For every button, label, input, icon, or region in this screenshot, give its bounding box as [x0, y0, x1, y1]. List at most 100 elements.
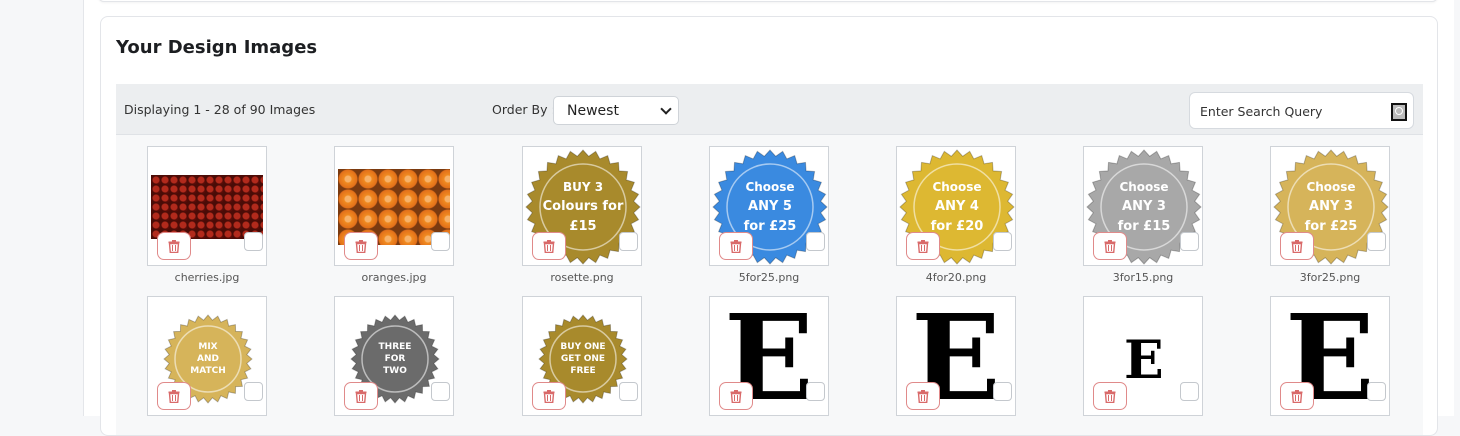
trash-icon [917, 240, 929, 253]
trash-icon [917, 390, 929, 403]
select-image-checkbox[interactable] [1367, 382, 1386, 401]
search-icon[interactable] [1391, 103, 1407, 121]
image-thumbnail[interactable]: MIX AND MATCH [147, 296, 267, 416]
delete-image-button[interactable] [1093, 382, 1127, 410]
image-filename: 3for15.png [1112, 271, 1174, 284]
delete-image-button[interactable] [532, 382, 566, 410]
trash-icon [168, 390, 180, 403]
image-thumbnail[interactable]: E [896, 296, 1016, 416]
design-images-card: Your Design Images Displaying 1 - 28 of … [100, 16, 1438, 436]
rosette-text: ANY 4 [935, 199, 979, 214]
select-image-checkbox[interactable] [244, 382, 263, 401]
image-grid: cherries.jpg oranges.jpg BUY 3 Colours for £… [116, 135, 1423, 435]
image-thumbnail[interactable]: Choose ANY 3 for £25 [1270, 146, 1390, 266]
trash-icon [730, 240, 742, 253]
rosette-text: ANY 3 [1122, 199, 1166, 214]
rosette-text: Choose [745, 180, 794, 194]
image-thumbnail[interactable]: Choose ANY 4 for £20 [896, 146, 1016, 266]
select-image-checkbox[interactable] [431, 232, 450, 251]
select-image-checkbox[interactable] [619, 382, 638, 401]
image-filename: 3for25.png [1299, 271, 1361, 284]
rosette-text: BUY ONE [560, 342, 605, 352]
delete-image-button[interactable] [1280, 382, 1314, 410]
order-by-value: Newest [567, 103, 619, 119]
image-thumbnail[interactable]: E [1270, 296, 1390, 416]
trash-icon [1291, 390, 1303, 403]
select-image-checkbox[interactable] [431, 382, 450, 401]
trash-icon [1104, 390, 1116, 403]
rosette-text: MIX [198, 342, 217, 352]
search-input[interactable]: Enter Search Query [1189, 92, 1414, 129]
rosette-text: BUY 3 [563, 180, 603, 194]
display-count: Displaying 1 - 28 of 90 Images [124, 102, 316, 117]
rosette-text: GET ONE [561, 354, 605, 364]
rosette-text: for £20 [931, 219, 984, 234]
trash-icon [355, 390, 367, 403]
image-thumbnail[interactable]: E [1083, 296, 1203, 416]
select-image-checkbox[interactable] [1367, 232, 1386, 251]
rosette-text: FREE [570, 366, 595, 376]
select-image-checkbox[interactable] [244, 232, 263, 251]
image-thumbnail[interactable]: THREE FOR TWO [334, 296, 454, 416]
rosette-text: MATCH [190, 366, 226, 376]
image-thumbnail[interactable]: Choose ANY 3 for £15 [1083, 146, 1203, 266]
select-image-checkbox[interactable] [1180, 232, 1199, 251]
delete-image-button[interactable] [157, 232, 191, 260]
select-image-checkbox[interactable] [806, 382, 825, 401]
image-filename: 5for25.png [738, 271, 800, 284]
trash-icon [168, 240, 180, 253]
rosette-text: ANY 5 [748, 199, 792, 214]
rosette-text: AND [197, 354, 219, 364]
order-by-select[interactable]: Newest [553, 96, 679, 125]
order-by-label: Order By : [492, 102, 556, 117]
letter-e-image: E [1124, 330, 1164, 391]
image-filename: cherries.jpg [174, 271, 240, 284]
rosette-text: Colours for [543, 199, 624, 214]
image-filename: 4for20.png [925, 271, 987, 284]
delete-image-button[interactable] [532, 232, 566, 260]
image-thumbnail[interactable]: BUY ONE GET ONE FREE [522, 296, 642, 416]
image-thumbnail[interactable]: Choose ANY 5 for £25 [709, 146, 829, 266]
cherries-photo [151, 175, 263, 239]
rosette-text: TWO [383, 366, 407, 376]
trash-icon [543, 390, 555, 403]
trash-icon [1104, 240, 1116, 253]
rosette-text: ANY 3 [1309, 199, 1353, 214]
rosette-text: for £15 [1118, 219, 1171, 234]
rosette-text: for £25 [744, 219, 797, 234]
select-image-checkbox[interactable] [619, 232, 638, 251]
left-sidebar [0, 0, 84, 416]
image-filename: rosette.png [550, 271, 614, 284]
delete-image-button[interactable] [344, 232, 378, 260]
trash-icon [355, 240, 367, 253]
select-image-checkbox[interactable] [993, 232, 1012, 251]
delete-image-button[interactable] [1280, 232, 1314, 260]
image-thumbnail[interactable] [147, 146, 267, 266]
delete-image-button[interactable] [906, 382, 940, 410]
rosette-text: FOR [385, 354, 406, 364]
delete-image-button[interactable] [1093, 232, 1127, 260]
image-thumbnail[interactable]: BUY 3 Colours for £15 [522, 146, 642, 266]
delete-image-button[interactable] [719, 382, 753, 410]
image-thumbnail[interactable]: E [709, 296, 829, 416]
delete-image-button[interactable] [906, 232, 940, 260]
previous-card [98, 0, 1438, 2]
rosette-text: Choose [1119, 180, 1168, 194]
rosette-text: for £25 [1305, 219, 1358, 234]
rosette-text: Choose [1306, 180, 1355, 194]
search-placeholder: Enter Search Query [1200, 104, 1323, 119]
image-filename: oranges.jpg [361, 271, 427, 284]
rosette-text: THREE [379, 342, 412, 352]
delete-image-button[interactable] [719, 232, 753, 260]
select-image-checkbox[interactable] [806, 232, 825, 251]
main-content: Your Design Images Displaying 1 - 28 of … [84, 0, 1454, 436]
select-image-checkbox[interactable] [993, 382, 1012, 401]
chevron-down-icon [660, 103, 672, 115]
delete-image-button[interactable] [157, 382, 191, 410]
rosette-text: Choose [932, 180, 981, 194]
image-thumbnail[interactable] [334, 146, 454, 266]
trash-icon [543, 240, 555, 253]
trash-icon [1291, 240, 1303, 253]
delete-image-button[interactable] [344, 382, 378, 410]
select-image-checkbox[interactable] [1180, 382, 1199, 401]
